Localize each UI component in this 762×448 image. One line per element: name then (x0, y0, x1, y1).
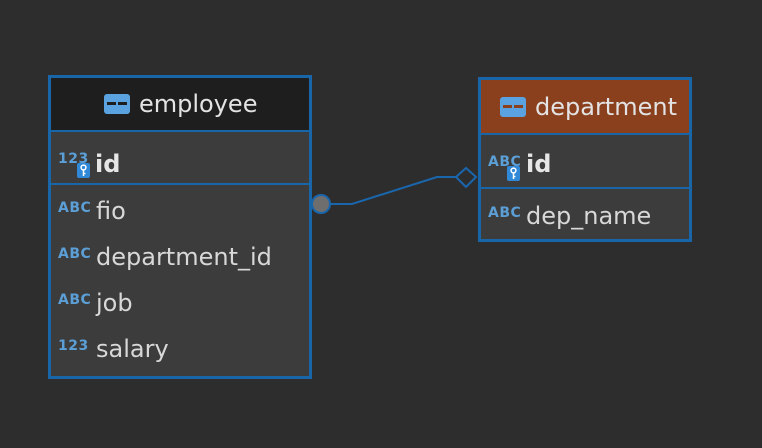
column-name: department_id (96, 243, 272, 271)
department-header[interactable]: department (481, 80, 689, 135)
relationship-source-end (311, 194, 331, 214)
relationship-connector[interactable] (321, 176, 456, 205)
string-type-icon: ABC (58, 292, 92, 308)
column-row-dep-name[interactable]: ABC dep_name (481, 189, 689, 241)
column-row-fio[interactable]: ABC fio (51, 185, 309, 231)
column-name: id (95, 150, 121, 178)
column-name: id (526, 150, 552, 178)
column-name: fio (96, 197, 126, 225)
numeric-type-icon: 123 (58, 338, 89, 354)
string-type-icon: ABC (58, 246, 92, 262)
column-row-id[interactable]: 123 id (51, 132, 309, 185)
department-title: department (535, 92, 677, 121)
primary-key-icon (507, 166, 520, 181)
column-name: job (96, 289, 133, 317)
column-row-job[interactable]: ABC job (51, 277, 309, 323)
column-name: dep_name (526, 202, 652, 230)
table-icon (104, 94, 130, 114)
column-row-salary[interactable]: 123 salary (51, 323, 309, 369)
column-row-department-id[interactable]: ABC department_id (51, 231, 309, 277)
string-type-icon: ABC (58, 200, 92, 216)
column-row-id[interactable]: ABC id (481, 135, 689, 189)
column-name: salary (96, 335, 169, 363)
erd-canvas: employee 123 id ABC fio ABC department_i… (0, 0, 762, 448)
department-entity[interactable]: department ABC id ABC dep_name (478, 77, 692, 242)
string-type-icon: ABC (488, 205, 522, 221)
table-icon (500, 96, 526, 117)
primary-key-icon (77, 163, 90, 178)
employee-entity[interactable]: employee 123 id ABC fio ABC department_i… (48, 75, 312, 379)
employee-header[interactable]: employee (51, 78, 309, 132)
employee-title: employee (139, 90, 258, 118)
relationship-target-end (454, 166, 478, 189)
